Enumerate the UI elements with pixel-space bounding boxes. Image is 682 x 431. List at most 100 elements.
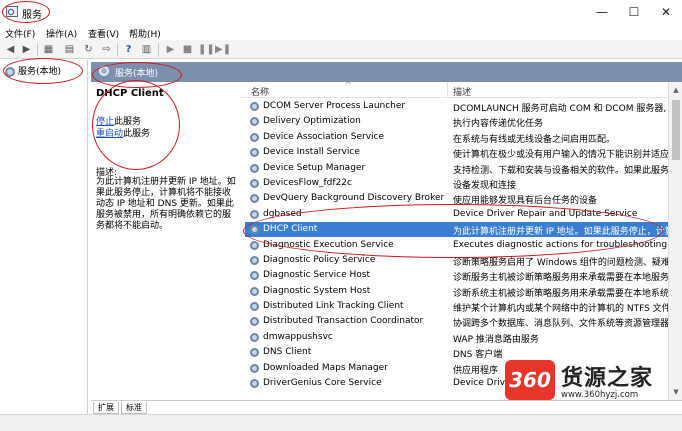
- table-row[interactable]: DCOM Server Process Launcher DCOMLAUNCH 服…: [241, 99, 668, 114]
- column-header-description[interactable]: 描述: [453, 85, 471, 98]
- table-row[interactable]: Device Association Service 在系统与有线或无线设备之间启…: [241, 130, 668, 145]
- pause-service-icon[interactable]: ❚❚: [198, 43, 215, 56]
- gear-icon: [250, 209, 259, 219]
- table-row[interactable]: Distributed Transaction Coordinator 协调跨多个…: [241, 314, 678, 329]
- tab-standard[interactable]: 标准: [121, 402, 147, 414]
- table-row[interactable]: Diagnostic System Host 诊断系统主机被诊断策略服务用来承载需…: [241, 284, 670, 299]
- sort-ascending-icon: ^: [345, 82, 352, 89]
- table-row[interactable]: dgbased Device Driver Repair and Update S…: [241, 207, 668, 222]
- gear-icon: [250, 240, 259, 250]
- service-name-cell: Device Association Service: [263, 131, 385, 142]
- restart-service-link[interactable]: 重启动: [96, 129, 123, 139]
- service-name-cell: DevicesFlow_fdf22c: [263, 177, 352, 188]
- table-row[interactable]: Device Setup Manager 支持检测、下载和安装与设备相关的软件。如…: [241, 161, 678, 176]
- service-description-cell: 设备发现和连接: [453, 180, 517, 191]
- description-text: 为此计算机注册并更新 IP 地址。如果此服务停止，计算机将不能接收动态 IP 地…: [96, 177, 236, 231]
- list-rows: DCOM Server Process Launcher DCOMLAUNCH 服…: [241, 99, 680, 391]
- gear-icon: [250, 271, 259, 281]
- table-row[interactable]: Diagnostic Execution Service Executes dia…: [241, 238, 680, 253]
- toolbar-separator: [117, 43, 118, 56]
- help-icon[interactable]: ?: [122, 43, 135, 56]
- tab-extended[interactable]: 扩展: [93, 402, 119, 414]
- restart-action: 重启动此服务: [96, 126, 150, 139]
- service-description-cell: 使应用能够发现具有后台任务的设备: [453, 196, 598, 207]
- tree-node-services-local[interactable]: 服务(本地): [4, 65, 64, 79]
- service-name-cell: dmwappushsvc: [263, 331, 333, 342]
- service-name-cell: Delivery Optimization: [263, 116, 361, 127]
- gear-icon: [250, 317, 259, 327]
- service-name-cell: Device Setup Manager: [263, 162, 366, 173]
- watermark-logo: 360: [505, 360, 555, 400]
- service-description-cell: 诊断系统主机被诊断策略服务用来承载需要在本地系统: [453, 288, 670, 299]
- gear-icon: [5, 67, 15, 77]
- panel-header-title: 服务(本地): [115, 69, 159, 79]
- column-divider[interactable]: [447, 82, 448, 98]
- table-row-selected[interactable]: DHCP Client 为此计算机注册并更新 IP 地址。如果此服务停止，计算: [241, 222, 674, 238]
- properties-icon[interactable]: ▤: [63, 43, 76, 56]
- menu-help[interactable]: 帮助(H): [129, 27, 161, 40]
- start-service-icon[interactable]: ▶: [164, 43, 177, 56]
- list-header: 名称 ^ 描述: [241, 82, 668, 98]
- table-row[interactable]: DevQuery Background Discovery Broker 使应用能…: [241, 191, 668, 206]
- refresh-icon[interactable]: ↻: [82, 43, 95, 56]
- gear-icon: [250, 148, 259, 158]
- column-header-name[interactable]: 名称: [251, 85, 269, 98]
- restart-action-suffix: 此服务: [123, 129, 151, 139]
- table-row[interactable]: Diagnostic Policy Service 诊断策略服务启用了 Windo…: [241, 253, 679, 268]
- gear-icon: [250, 363, 259, 373]
- toolbar-separator: [37, 43, 38, 56]
- table-row[interactable]: Device Install Service 使计算机在极少或没有用户输入的情况下…: [241, 145, 678, 160]
- stop-service-icon[interactable]: ■: [181, 43, 194, 56]
- service-name-cell: Distributed Link Tracking Client: [263, 301, 404, 312]
- gear-icon: [250, 286, 259, 296]
- service-description-cell: 协调跨多个数据库、消息队列、文件系统等资源管理器的: [453, 319, 679, 330]
- gear-icon: [250, 332, 259, 342]
- table-row[interactable]: Distributed Link Tracking Client 维护某个计算机内…: [241, 299, 680, 314]
- toolbar-separator: [158, 43, 159, 56]
- scroll-up-icon[interactable]: ▲: [671, 85, 681, 95]
- back-icon[interactable]: ◀: [4, 43, 17, 56]
- service-description-cell: 诊断策略服务启用了 Windows 组件的问题检测、疑难解: [453, 257, 679, 268]
- gear-icon: [250, 302, 259, 312]
- menu-file[interactable]: 文件(F): [5, 27, 35, 40]
- service-name-cell: DevQuery Background Discovery Broker: [263, 193, 445, 204]
- menu-view[interactable]: 查看(V): [88, 27, 119, 40]
- service-description-cell: WAP 推消息路由服务: [453, 334, 539, 345]
- table-row[interactable]: dmwappushsvc WAP 推消息路由服务: [241, 330, 668, 345]
- show-hide-action-pane-icon[interactable]: ▥: [140, 43, 153, 56]
- service-description-cell: DNS 客户端: [453, 350, 503, 361]
- restart-service-icon[interactable]: ▶❚: [215, 43, 231, 56]
- service-name-cell: Downloaded Maps Manager: [263, 362, 388, 373]
- services-app-icon: [6, 6, 18, 17]
- service-name-cell: Distributed Transaction Coordinator: [263, 316, 424, 327]
- service-name-cell: Device Install Service: [263, 147, 360, 158]
- service-name-cell: DNS Client: [263, 347, 312, 358]
- service-description-cell: 为此计算机注册并更新 IP 地址。如果此服务停止，计算: [453, 227, 674, 238]
- selected-service-name: DHCP Client: [96, 88, 164, 99]
- service-description-cell: 在系统与有线或无线设备之间启用匹配。: [453, 134, 616, 145]
- gear-icon: [250, 178, 259, 188]
- gear-icon: [250, 117, 259, 127]
- gear-icon: [99, 66, 109, 76]
- table-row[interactable]: Diagnostic Service Host 诊断服务主机被诊断策略服务用来承载…: [241, 268, 669, 283]
- table-row[interactable]: Delivery Optimization 执行内容传递优化任务: [241, 114, 668, 129]
- table-row[interactable]: DevicesFlow_fdf22c 设备发现和连接: [241, 176, 668, 191]
- export-list-icon[interactable]: ⇨: [100, 43, 113, 56]
- service-description-cell: Device Drive: [453, 378, 511, 389]
- window-title: 服务: [22, 10, 42, 21]
- service-description-cell: Executes diagnostic actions for troubles…: [453, 239, 681, 250]
- maximize-button[interactable]: ☐: [622, 4, 646, 20]
- menu-action[interactable]: 操作(A): [46, 27, 77, 40]
- services-list: 名称 ^ 描述 DCOM Server Process Launcher DCOM…: [241, 82, 682, 400]
- service-name-cell: DCOM Server Process Launcher: [263, 101, 406, 111]
- gear-icon: [250, 194, 259, 204]
- forward-icon[interactable]: ▶: [20, 43, 33, 56]
- vertical-scrollbar[interactable]: ▲ ▼: [668, 82, 682, 400]
- service-description-pane: DHCP Client 停止此服务 重启动此服务 描述: 为此计算机注册并更新 …: [91, 82, 241, 400]
- minimize-button[interactable]: —: [590, 4, 614, 20]
- close-button[interactable]: ✕: [654, 4, 678, 20]
- service-name-cell: Diagnostic Service Host: [263, 270, 371, 281]
- scrollbar-thumb[interactable]: [672, 100, 680, 160]
- service-description-cell: DCOMLAUNCH 服务可启动 COM 和 DCOM 服务器,: [453, 104, 667, 114]
- console-tree-icon[interactable]: ▦: [42, 43, 55, 56]
